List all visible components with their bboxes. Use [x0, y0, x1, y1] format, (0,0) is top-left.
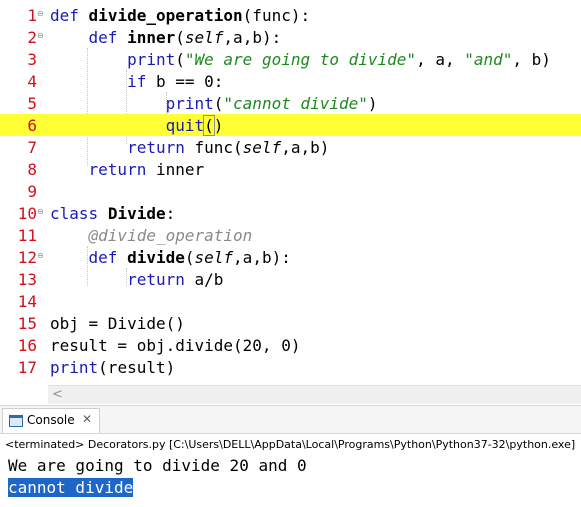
- close-icon[interactable]: ✕: [82, 412, 92, 426]
- tab-console[interactable]: Console ✕: [2, 408, 100, 433]
- code-text: return inner: [88, 160, 205, 179]
- code-line[interactable]: 11 @divide_operation: [0, 224, 581, 246]
- line-number: 17: [17, 358, 37, 377]
- line-number: 5: [27, 94, 37, 113]
- code-line[interactable]: 9: [0, 180, 581, 202]
- code-text: def inner(self,a,b):: [88, 28, 282, 47]
- console-output-line: We are going to divide 20 and 0: [8, 456, 307, 475]
- code-line[interactable]: 8 return inner: [0, 158, 581, 180]
- line-number: 6: [27, 116, 37, 135]
- line-number: 10: [17, 204, 37, 223]
- fold-toggle-icon[interactable]: ⊖: [37, 9, 44, 19]
- console-icon: [9, 415, 23, 427]
- line-number: 13: [17, 270, 37, 289]
- horizontal-scrollbar[interactable]: <: [48, 385, 581, 404]
- line-number: 3: [27, 50, 37, 69]
- line-number: 4: [27, 72, 37, 91]
- code-text: obj = Divide(): [50, 314, 185, 333]
- current-line-highlight[interactable]: 6 quit(): [0, 114, 581, 136]
- code-line[interactable]: 3 print("We are going to divide", a, "an…: [0, 48, 581, 70]
- code-line[interactable]: 10 ⊖ class Divide:: [0, 202, 581, 224]
- line-number: 1: [27, 6, 37, 25]
- code-line[interactable]: 15 obj = Divide(): [0, 312, 581, 334]
- console-panel: Console ✕ <terminated> Decorators.py [C:…: [0, 405, 581, 507]
- code-text: result = obj.divide(20, 0): [50, 336, 301, 355]
- tab-label: Console: [27, 413, 75, 427]
- code-line[interactable]: 4 if b == 0:: [0, 70, 581, 92]
- code-text: if b == 0:: [127, 72, 224, 91]
- fold-toggle-icon[interactable]: ⊖: [37, 207, 44, 217]
- code-line[interactable]: 16 result = obj.divide(20, 0): [0, 334, 581, 356]
- code-text: return a/b: [127, 270, 224, 289]
- code-text: def divide(self,a,b):: [88, 248, 291, 267]
- line-number: 8: [27, 160, 37, 179]
- console-tab-bar: Console ✕: [0, 405, 581, 434]
- scroll-left-icon[interactable]: <: [52, 386, 63, 404]
- code-editor[interactable]: 1 ⊖ def divide_operation(func): 2 ⊖ def …: [0, 0, 581, 385]
- code-text: @divide_operation: [88, 226, 253, 245]
- terminated-status: <terminated> Decorators.py [C:\Users\DEL…: [5, 438, 576, 451]
- code-text: print("We are going to divide", a, "and"…: [127, 50, 551, 69]
- line-number: 15: [17, 314, 37, 333]
- code-line[interactable]: 12 ⊖ def divide(self,a,b):: [0, 246, 581, 268]
- line-number: 7: [27, 138, 37, 157]
- code-text: return func(self,a,b): [127, 138, 330, 157]
- fold-toggle-icon[interactable]: ⊖: [37, 31, 44, 41]
- code-line[interactable]: 5 print("cannot divide"): [0, 92, 581, 114]
- line-number: 16: [17, 336, 37, 355]
- line-number: 14: [17, 292, 37, 311]
- code-line[interactable]: 1 ⊖ def divide_operation(func):: [0, 4, 581, 26]
- console-output-line-selected[interactable]: cannot divide: [8, 478, 134, 497]
- line-number: 9: [27, 182, 37, 201]
- line-number: 11: [17, 226, 37, 245]
- code-line[interactable]: 13 return a/b: [0, 268, 581, 290]
- code-line[interactable]: 7 return func(self,a,b): [0, 136, 581, 158]
- code-text: print(result): [50, 358, 176, 377]
- code-line[interactable]: 14: [0, 290, 581, 312]
- code-text: quit(): [165, 115, 224, 136]
- code-text: def divide_operation(func):: [50, 6, 311, 25]
- fold-toggle-icon[interactable]: ⊖: [37, 251, 44, 261]
- code-line[interactable]: 2 ⊖ def inner(self,a,b):: [0, 26, 581, 48]
- code-line[interactable]: 17 print(result): [0, 356, 581, 378]
- line-number: 12: [17, 248, 37, 267]
- code-text: class Divide:: [50, 204, 176, 223]
- code-text: print("cannot divide"): [165, 94, 378, 113]
- line-number: 2: [27, 28, 37, 47]
